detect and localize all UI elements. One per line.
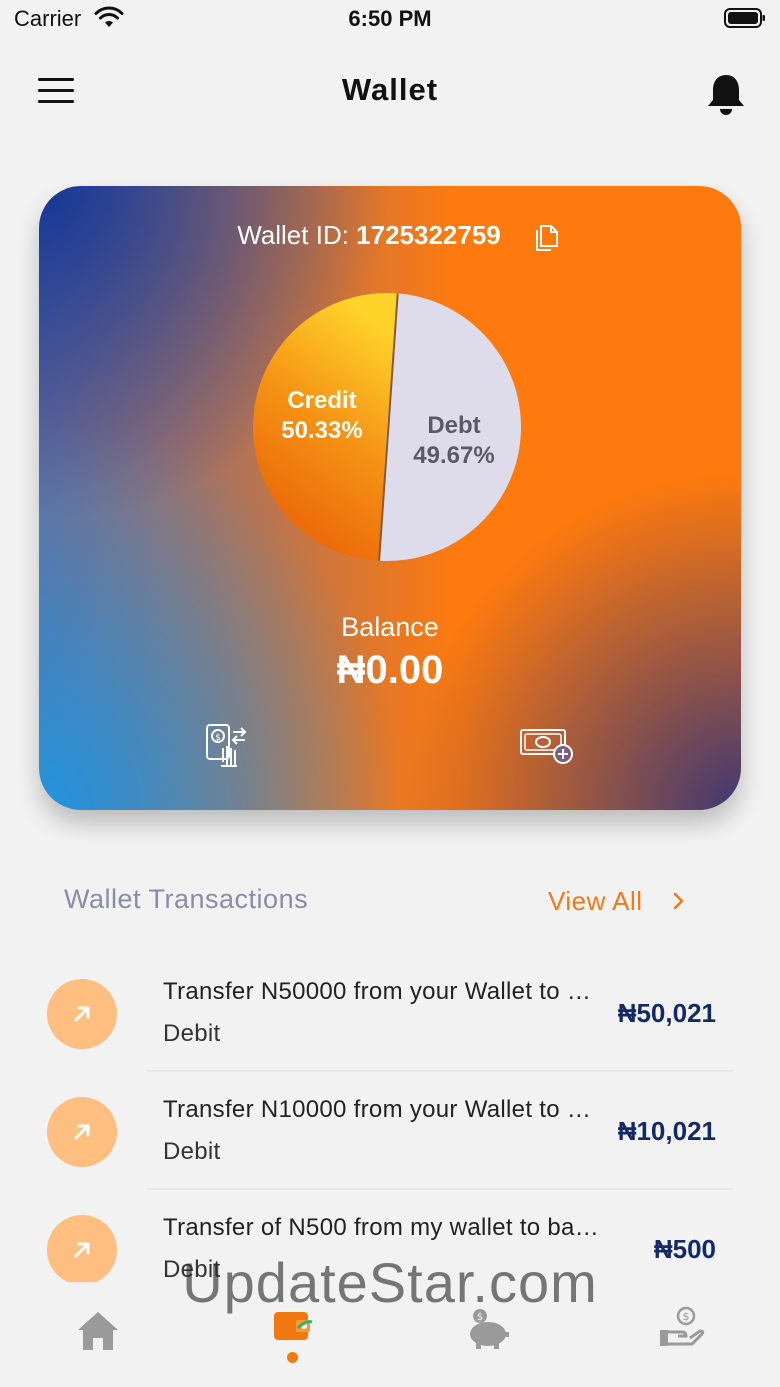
wallet-card: Wallet ID: 1725322759 Credit 50.33% Debt… (39, 186, 741, 810)
notification-bell-icon[interactable] (705, 72, 747, 116)
wallet-id-line: Wallet ID: 1725322759 (39, 220, 699, 251)
transaction-description: Transfer N10000 from your Wallet to bank… (163, 1096, 603, 1123)
page-title: Wallet (341, 72, 439, 107)
transaction-amount: ₦500 (653, 1234, 716, 1264)
transfer-money-icon[interactable]: $ (203, 722, 251, 770)
chevron-right-icon[interactable] (671, 890, 687, 912)
svg-text:$: $ (683, 1310, 690, 1323)
credit-segment-label: Credit 50.33% (264, 386, 380, 446)
debt-label: Debt (427, 412, 481, 439)
battery-icon (724, 8, 765, 28)
loan-hand-icon[interactable]: $ (652, 1302, 712, 1362)
transaction-row[interactable]: Transfer N50000 from your Wallet to bank… (0, 958, 780, 1076)
view-all-link[interactable]: View All (548, 886, 643, 917)
transaction-type: Debit (163, 1020, 221, 1047)
bottom-navigation: $ $ (0, 1282, 780, 1387)
transaction-description: Transfer N50000 from your Wallet to bank… (163, 978, 603, 1005)
status-bar: Carrier 6:50 PM (0, 0, 780, 40)
transaction-avatar (47, 1215, 117, 1285)
active-tab-indicator (287, 1352, 298, 1363)
debt-percent: 49.67% (413, 442, 495, 469)
transaction-description: Transfer of N500 from my wallet to bank … (163, 1214, 603, 1241)
balance-label: Balance (341, 612, 439, 642)
transaction-row[interactable]: Transfer N10000 from your Wallet to bank… (0, 1076, 780, 1194)
status-time: 6:50 PM (348, 6, 432, 31)
copy-icon[interactable] (531, 220, 563, 252)
credit-percent: 50.33% (281, 417, 363, 444)
piggy-bank-icon[interactable]: $ (458, 1302, 518, 1362)
transaction-type: Debit (163, 1256, 221, 1283)
home-icon[interactable] (68, 1302, 128, 1362)
transaction-avatar (47, 979, 117, 1049)
divider (147, 1070, 733, 1072)
wallet-id-label: Wallet ID: (237, 220, 349, 250)
arrow-up-right-icon (74, 1124, 90, 1140)
wallet-id-value: 1725322759 (356, 220, 501, 250)
debt-segment-label: Debt 49.67% (399, 411, 509, 471)
transaction-amount: ₦10,021 (617, 1116, 716, 1146)
transaction-type: Debit (163, 1138, 221, 1165)
arrow-up-right-icon (74, 1006, 90, 1022)
wallet-transactions-title: Wallet Transactions (64, 884, 309, 914)
svg-text:$: $ (477, 1312, 483, 1323)
svg-text:$: $ (215, 733, 221, 743)
transaction-amount: ₦50,021 (617, 998, 716, 1028)
credit-label: Credit (287, 387, 357, 414)
balance-value: ₦0.00 (336, 648, 444, 692)
divider (147, 1188, 733, 1190)
arrow-up-right-icon (74, 1242, 90, 1258)
add-money-icon[interactable] (519, 726, 575, 766)
transaction-avatar (47, 1097, 117, 1167)
